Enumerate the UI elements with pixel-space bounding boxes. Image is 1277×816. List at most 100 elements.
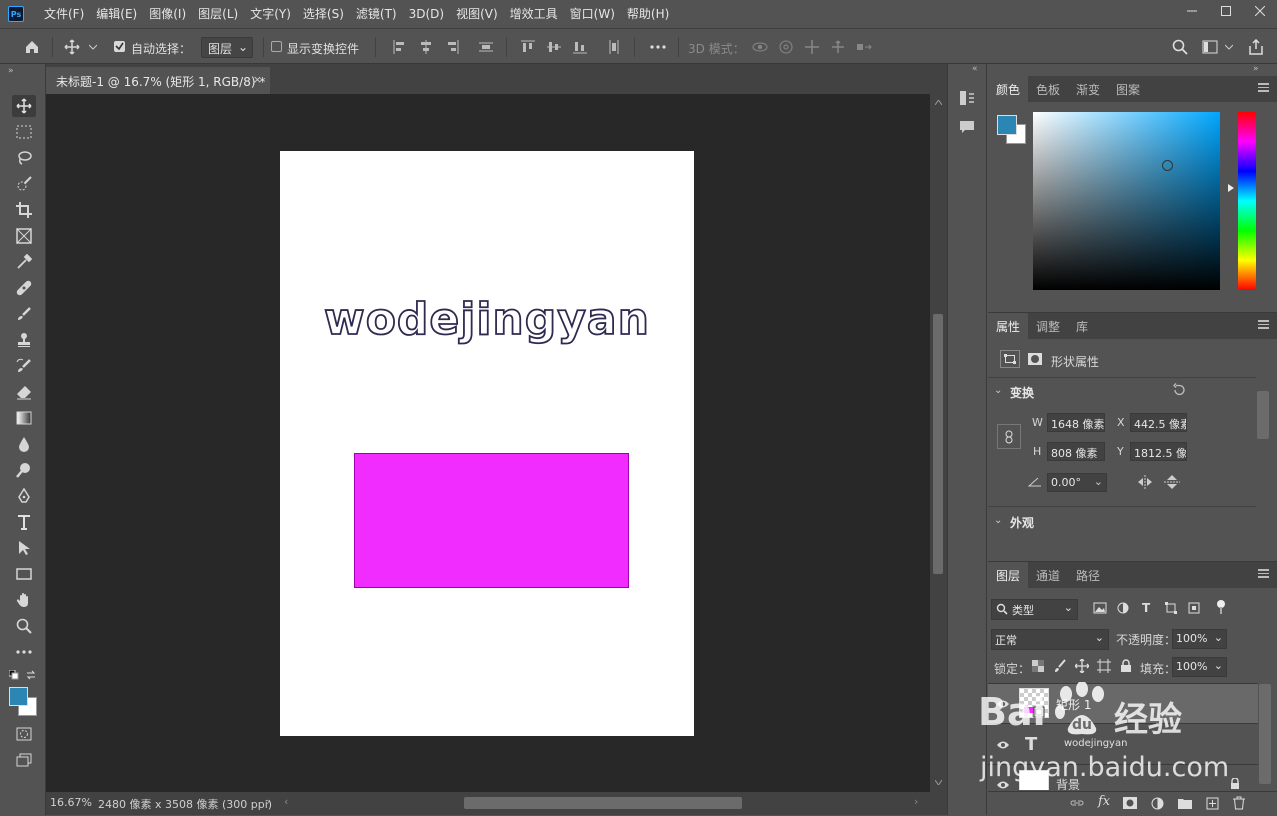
crop-tool-icon[interactable]	[12, 199, 36, 221]
filter-adjustment-icon[interactable]	[1117, 602, 1129, 614]
add-mask-icon[interactable]	[1123, 797, 1137, 809]
width-input[interactable]: 1648 像素	[1047, 413, 1105, 432]
share-icon[interactable]	[1246, 37, 1266, 57]
tab-layers[interactable]: 图层	[988, 562, 1029, 588]
appearance-section-title[interactable]: 外观	[1010, 514, 1034, 531]
lasso-tool-icon[interactable]	[12, 147, 36, 169]
eyedropper-tool-icon[interactable]	[12, 251, 36, 273]
align-bottom-icon[interactable]	[570, 37, 590, 57]
filter-toggle-icon[interactable]	[1216, 599, 1226, 615]
lock-all-icon[interactable]	[1120, 659, 1132, 673]
menu-image[interactable]: 图像(I)	[143, 0, 192, 28]
menu-view[interactable]: 视图(V)	[450, 0, 504, 28]
orbit-3d-icon[interactable]	[750, 37, 770, 57]
scroll-right-icon[interactable]: ›	[914, 795, 918, 808]
chevron-down-icon[interactable]	[86, 37, 100, 57]
y-input[interactable]: 1812.5 像素	[1130, 442, 1187, 461]
tab-libraries[interactable]: 库	[1068, 313, 1096, 339]
hue-slider[interactable]	[1238, 112, 1256, 290]
scroll-up-icon[interactable]	[935, 100, 942, 105]
lock-transparent-icon[interactable]	[1032, 660, 1044, 672]
lock-position-icon[interactable]	[1075, 659, 1089, 673]
menu-type[interactable]: 文字(Y)	[244, 0, 297, 28]
mask-props-icon[interactable]	[1026, 350, 1044, 368]
color-picker-cursor[interactable]	[1162, 160, 1173, 171]
document-page[interactable]: wodejingyan	[280, 151, 694, 736]
home-icon[interactable]	[22, 37, 42, 57]
fill-input[interactable]: 100% ⌄	[1172, 657, 1227, 677]
foreground-color-swatch[interactable]	[9, 687, 28, 706]
new-layer-icon[interactable]	[1206, 797, 1219, 810]
slide-3d-icon[interactable]	[828, 37, 848, 57]
menu-file[interactable]: 文件(F)	[38, 0, 90, 28]
tab-swatches[interactable]: 色板	[1028, 76, 1068, 102]
x-input[interactable]: 442.5 像素	[1130, 413, 1187, 432]
edit-toolbar-icon[interactable]	[12, 641, 36, 663]
menu-edit[interactable]: 编辑(E)	[90, 0, 143, 28]
default-colors-icon[interactable]	[9, 670, 19, 680]
menu-help[interactable]: 帮助(H)	[621, 0, 675, 28]
more-options-icon[interactable]	[648, 37, 668, 57]
vertical-scrollbar[interactable]	[930, 94, 947, 792]
height-input[interactable]: 808 像素	[1047, 442, 1105, 461]
menu-layer[interactable]: 图层(L)	[192, 0, 244, 28]
tab-patterns[interactable]: 图案	[1108, 76, 1148, 102]
transform-section-title[interactable]: 变换	[1010, 384, 1034, 401]
properties-scroll-thumb[interactable]	[1257, 391, 1269, 439]
hand-tool-icon[interactable]	[12, 589, 36, 611]
hue-slider-handle[interactable]	[1228, 184, 1234, 192]
filter-shape-icon[interactable]	[1165, 602, 1177, 614]
eye-icon[interactable]	[996, 780, 1010, 790]
filter-type-icon[interactable]: T	[1142, 601, 1150, 615]
clone-stamp-tool-icon[interactable]	[12, 329, 36, 351]
color-panel-fg-swatch[interactable]	[997, 115, 1017, 135]
history-panel-icon[interactable]	[959, 90, 975, 106]
angle-input[interactable]: 0.00° ⌄	[1047, 473, 1107, 492]
quick-mask-icon[interactable]	[12, 723, 36, 745]
scale-3d-icon[interactable]	[854, 37, 874, 57]
scroll-down-icon[interactable]	[935, 780, 942, 785]
pan-3d-icon[interactable]	[802, 37, 822, 57]
roll-3d-icon[interactable]	[776, 37, 796, 57]
zoom-level[interactable]: 16.67%	[50, 796, 92, 809]
tab-color[interactable]: 颜色	[988, 76, 1029, 102]
search-icon[interactable]	[1170, 37, 1190, 57]
quick-select-tool-icon[interactable]	[12, 173, 36, 195]
align-hcenter-icon[interactable]	[416, 37, 436, 57]
color-field[interactable]	[1033, 112, 1220, 290]
layer-row-rectangle[interactable]: 矩形 1	[988, 684, 1258, 724]
distribute-vertical-icon[interactable]	[604, 37, 624, 57]
horizontal-scroll-thumb[interactable]	[464, 797, 742, 809]
link-dimensions-icon[interactable]	[997, 424, 1021, 449]
expand-arrows-icon[interactable]: «	[972, 64, 978, 74]
layers-scroll-thumb[interactable]	[1259, 684, 1271, 784]
text-layer-wodejingyan[interactable]: wodejingyan	[323, 293, 650, 346]
zoom-tool-icon[interactable]	[12, 615, 36, 637]
collapse-arrows-icon[interactable]: »	[8, 66, 14, 76]
opacity-input[interactable]: 100% ⌄	[1172, 629, 1227, 649]
close-icon[interactable]	[1243, 0, 1277, 22]
auto-select-checkbox[interactable]	[114, 41, 125, 52]
panel-menu-icon[interactable]	[1258, 569, 1269, 578]
info-chevron-icon[interactable]: ›	[266, 795, 270, 808]
tab-paths[interactable]: 路径	[1068, 562, 1108, 588]
path-select-tool-icon[interactable]	[12, 537, 36, 559]
eye-icon[interactable]	[996, 740, 1010, 750]
chevron-down-icon[interactable]	[1222, 37, 1236, 57]
layer-name[interactable]: 矩形 1	[1056, 696, 1091, 713]
comments-panel-icon[interactable]	[959, 120, 975, 134]
menu-select[interactable]: 选择(S)	[297, 0, 350, 28]
maximize-icon[interactable]	[1209, 0, 1243, 22]
menu-window[interactable]: 窗口(W)	[564, 0, 621, 28]
type-tool-icon[interactable]	[12, 511, 36, 533]
move-tool-preset-icon[interactable]	[62, 37, 82, 57]
lock-pixels-icon[interactable]	[1054, 659, 1066, 673]
canvas-area[interactable]: wodejingyan	[46, 94, 930, 792]
filter-smart-object-icon[interactable]	[1188, 602, 1200, 614]
panel-menu-icon[interactable]	[1258, 320, 1269, 329]
screen-mode-icon[interactable]	[12, 749, 36, 771]
shape-props-icon[interactable]	[1000, 350, 1020, 368]
menu-3d[interactable]: 3D(D)	[403, 0, 450, 28]
layer-row-background[interactable]: 背景	[988, 766, 1258, 790]
align-top-icon[interactable]	[518, 37, 538, 57]
